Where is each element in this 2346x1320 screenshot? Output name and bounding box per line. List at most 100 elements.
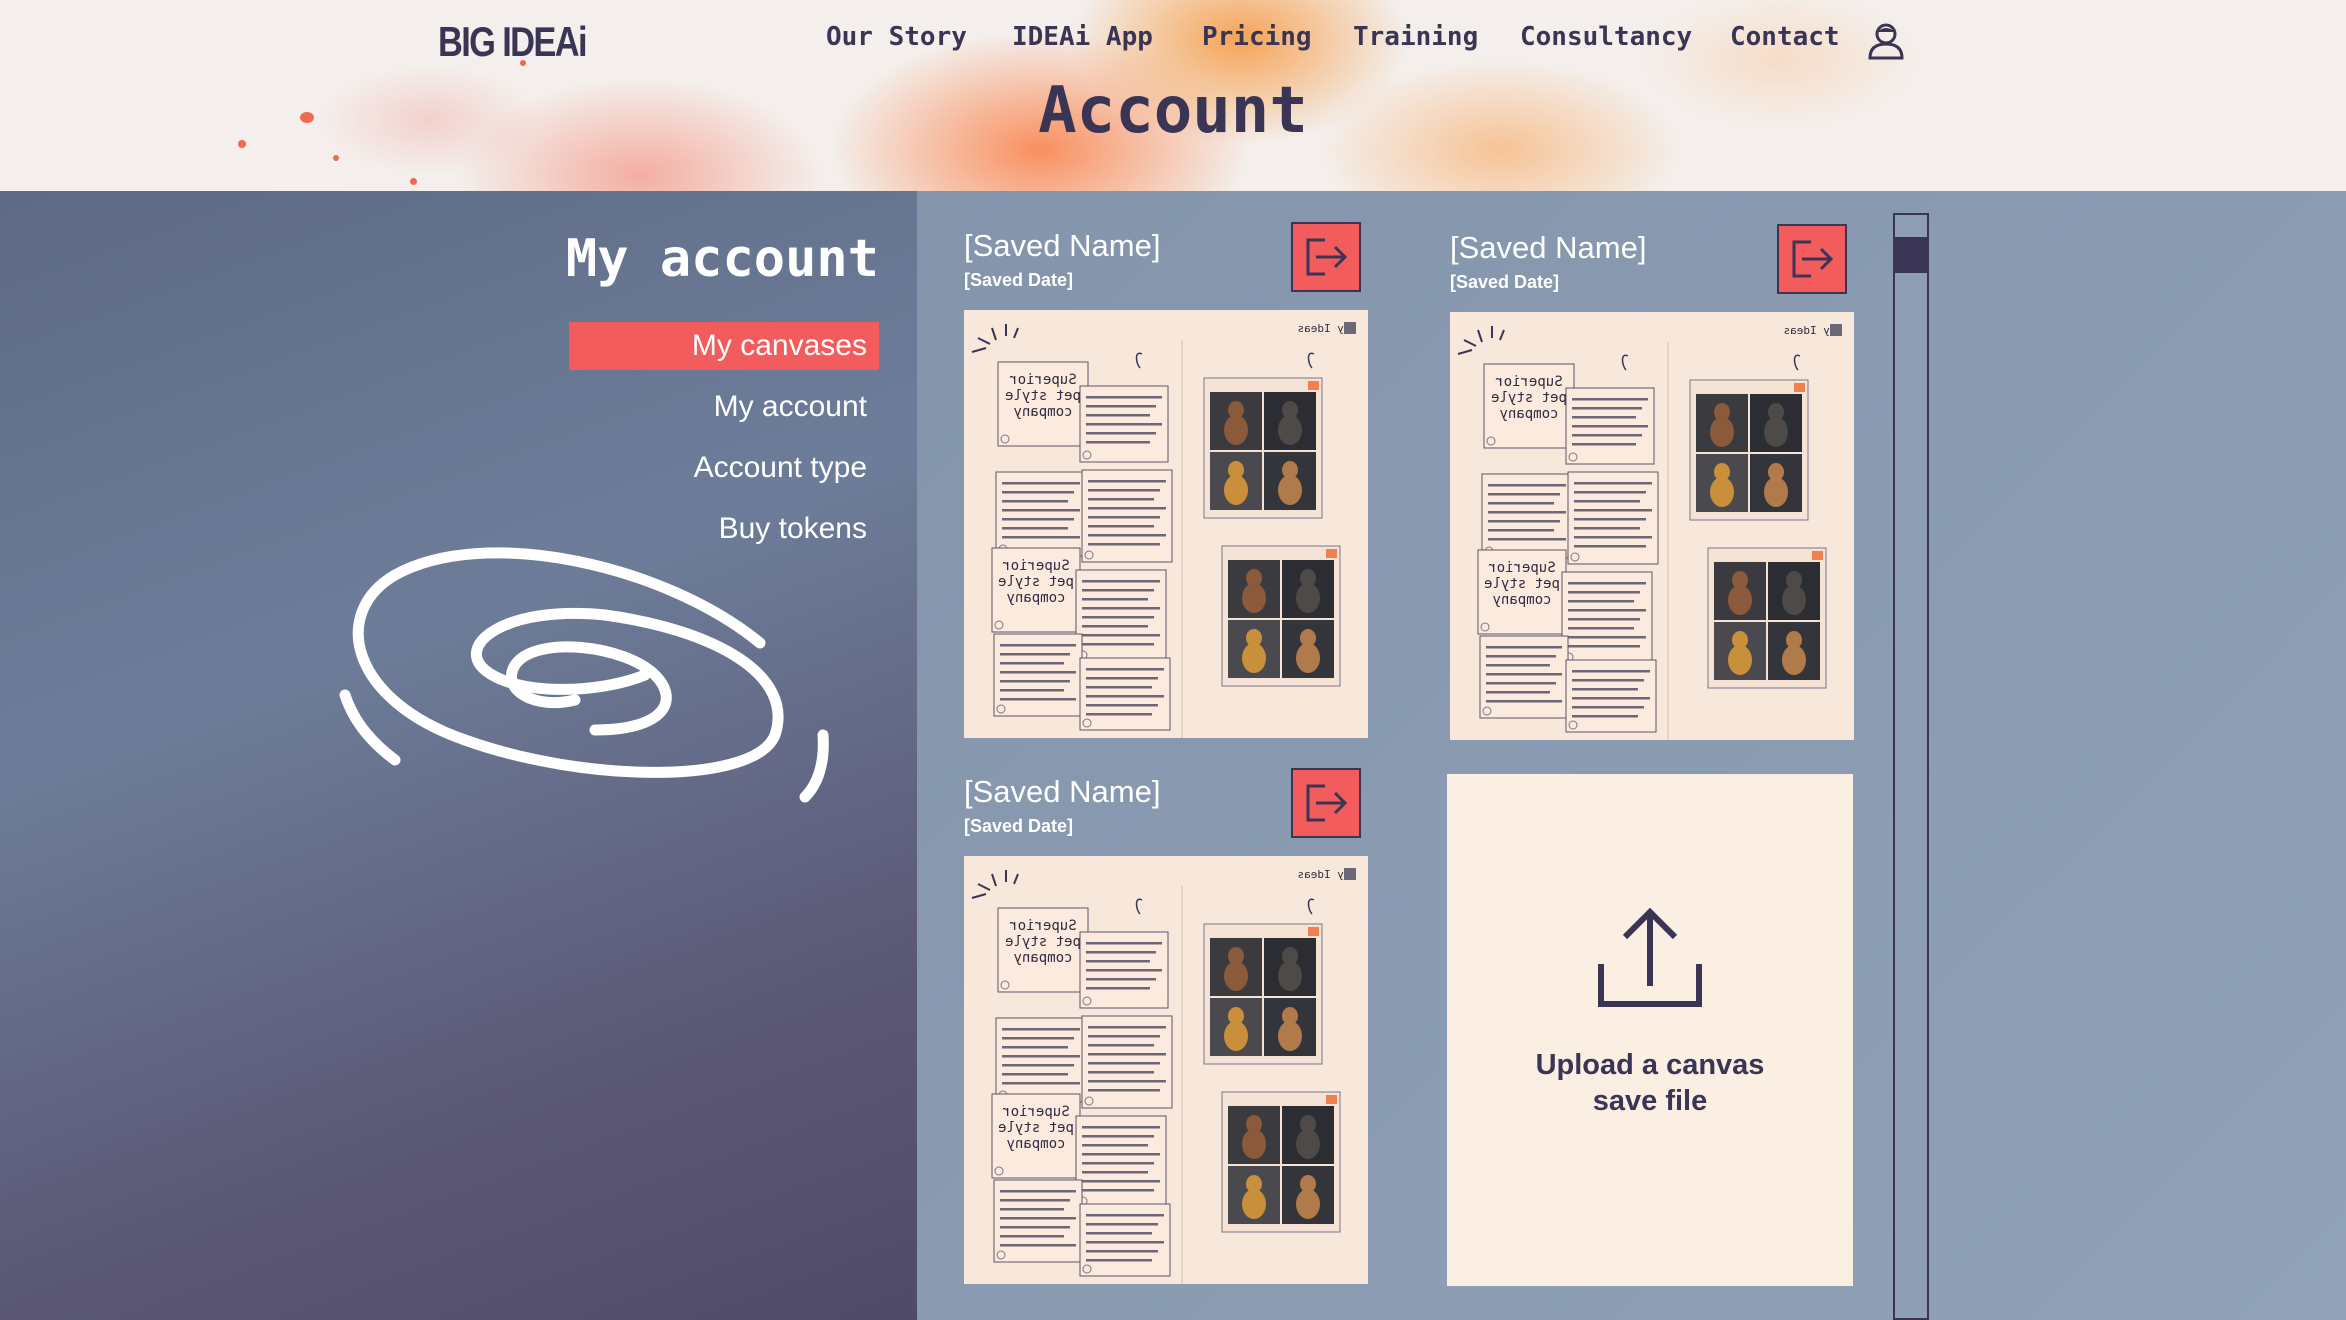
text-line	[1574, 482, 1652, 485]
text-line	[1574, 536, 1652, 539]
nav-ideai-app[interactable]: IDEAi App	[1012, 22, 1153, 52]
canvas-header-label: My Ideas	[1784, 324, 1837, 337]
dog-head	[1768, 403, 1784, 421]
note-title: pet style	[1005, 388, 1081, 404]
text-line	[1082, 1153, 1160, 1156]
brand-logo[interactable]: BIG IDEAi	[438, 18, 588, 66]
text-line	[1088, 1080, 1166, 1083]
text-line	[1574, 518, 1646, 521]
dog-head	[1228, 947, 1244, 965]
text-line	[1086, 686, 1152, 689]
canvas-header-icon	[1344, 868, 1356, 880]
text-line	[1086, 1223, 1158, 1226]
upload-canvas-button[interactable]: Upload a canvas save file	[1447, 774, 1853, 1286]
note-title: Superior	[1002, 1104, 1069, 1120]
text-line	[1000, 653, 1070, 656]
text-line	[1082, 580, 1160, 583]
text-line	[1082, 643, 1154, 646]
dog-head	[1228, 401, 1244, 419]
canvas-preview: My IdeasSuperiorpet stylecompanySuperior…	[964, 310, 1368, 738]
dog-head	[1246, 1175, 1262, 1193]
text-line	[1086, 942, 1162, 945]
text-line	[1568, 582, 1646, 585]
dog-head	[1246, 1115, 1262, 1133]
text-line	[1086, 951, 1156, 954]
text-line	[1572, 688, 1638, 691]
canvas-header-icon	[1830, 324, 1842, 336]
menu-item-my-account[interactable]: My account	[569, 383, 879, 431]
text-line	[1568, 645, 1640, 648]
text-line	[1000, 1199, 1070, 1202]
open-canvas-button[interactable]	[1291, 768, 1361, 838]
note-title: company	[1013, 404, 1072, 420]
text-line	[1000, 1217, 1076, 1220]
text-line	[1568, 636, 1646, 639]
sticky-note	[995, 471, 1087, 557]
nav-consultancy[interactable]: Consultancy	[1520, 22, 1692, 52]
open-canvas-button[interactable]	[1777, 224, 1847, 294]
menu-item-account-type[interactable]: Account type	[569, 444, 879, 492]
text-line	[1082, 1180, 1160, 1183]
scrollbar[interactable]	[1893, 213, 1929, 1320]
dog-head	[1282, 401, 1298, 419]
text-line	[1002, 1046, 1068, 1049]
note-title: pet style	[1484, 576, 1560, 592]
text-line	[1088, 1062, 1160, 1065]
dog-body	[1278, 1021, 1302, 1051]
text-line	[1000, 671, 1076, 674]
dog-body	[1782, 645, 1806, 675]
text-line	[1002, 1055, 1080, 1058]
text-line	[1568, 600, 1634, 603]
text-line	[1572, 407, 1642, 410]
dog-body	[1728, 645, 1752, 675]
canvas-name: [Saved Name]	[1450, 230, 1647, 265]
text-line	[1574, 509, 1652, 512]
text-line	[1000, 1208, 1064, 1211]
nav-pricing[interactable]: Pricing	[1202, 22, 1312, 52]
text-line	[1086, 1214, 1164, 1217]
canvas-date: [Saved Date]	[1450, 272, 1560, 292]
note-title: company	[1499, 406, 1558, 422]
canvas-name: [Saved Name]	[964, 774, 1161, 809]
text-line	[1088, 498, 1154, 501]
text-line	[1002, 518, 1074, 521]
text-line	[1000, 662, 1064, 665]
text-line	[1002, 482, 1080, 485]
nav-contact[interactable]: Contact	[1730, 22, 1840, 52]
text-line	[1088, 1026, 1166, 1029]
text-line	[1082, 1171, 1148, 1174]
text-line	[1000, 680, 1070, 683]
text-line	[1000, 1235, 1064, 1238]
dog-head	[1300, 1175, 1316, 1193]
text-line	[1488, 529, 1554, 532]
text-line	[1486, 700, 1562, 703]
open-canvas-button[interactable]	[1291, 222, 1361, 292]
canvas-thumbnail[interactable]: My Ideas Superior pet style company Superior…	[964, 310, 1368, 738]
text-line	[1488, 502, 1554, 505]
text-line	[1088, 525, 1154, 528]
nav-training[interactable]: Training	[1353, 22, 1478, 52]
dog-body	[1764, 477, 1788, 507]
dog-body	[1728, 585, 1752, 615]
note-title: company	[1013, 950, 1072, 966]
text-line	[1082, 607, 1160, 610]
upload-icon	[1598, 907, 1702, 1007]
text-line	[1086, 432, 1156, 435]
canvas-thumbnail[interactable]: My Ideas Superior pet style company Superior…	[1450, 312, 1854, 740]
dog-body	[1278, 961, 1302, 991]
text-line	[1488, 511, 1566, 514]
canvas-preview: My IdeasSuperiorpet stylecompanySuperior…	[964, 856, 1368, 1284]
text-line	[1088, 1089, 1160, 1092]
dog-head	[1786, 631, 1802, 649]
dog-body	[1224, 1021, 1248, 1051]
text-line	[1086, 441, 1150, 444]
menu-item-my-canvases[interactable]: My canvases	[569, 322, 879, 370]
dog-body	[1242, 1189, 1266, 1219]
canvas-thumbnail[interactable]: My Ideas Superior pet style company Superior…	[964, 856, 1368, 1284]
text-line	[1002, 509, 1080, 512]
sticky-note	[995, 1017, 1087, 1103]
nav-our-story[interactable]: Our Story	[826, 22, 967, 52]
user-icon[interactable]	[1866, 20, 1906, 60]
scrollbar-thumb[interactable]	[1895, 237, 1927, 273]
dog-body	[1296, 583, 1320, 613]
